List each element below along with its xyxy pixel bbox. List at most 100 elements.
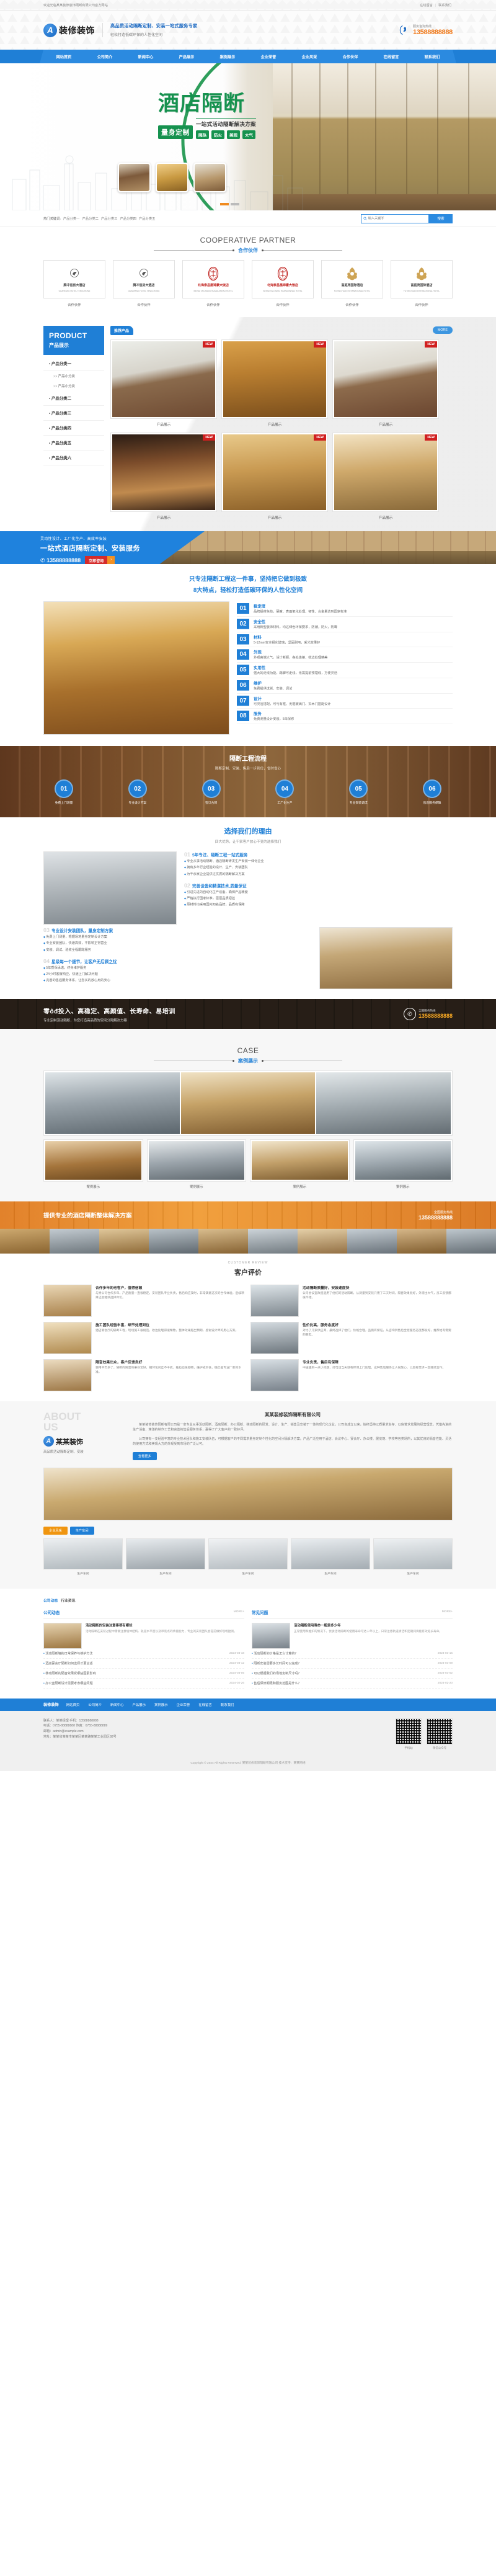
footer-nav-item-2[interactable]: 新闻中心 [110,1702,124,1707]
product-category-4[interactable]: 产品分类五 [43,436,104,451]
case-grid: 案例展示 案例展示 案例展示 案例展示 [43,1139,453,1192]
partner-cell-2[interactable]: 北海泰昌凰锦豪大饭店 BEIHAI TAICHANG HUANGJINHAO HO… [182,260,244,311]
about-thumb-0[interactable]: 生产车间 [43,1538,123,1577]
footer-nav-item-7[interactable]: 联系我们 [221,1702,234,1707]
testimonial-card-1[interactable]: 活动隔断质量好，安装速度快 公司会议室改造选用了他们的活动隔断，从测量到安装只用了… [250,1285,453,1317]
top-link-message[interactable]: 在线留言 [418,4,434,7]
product-category-3[interactable]: 产品分类四 [43,421,104,436]
about-thumb-4[interactable]: 生产车间 [373,1538,453,1577]
process-step-1[interactable]: 02 专业设计方案 [123,779,152,805]
about-more-button[interactable]: 查看更多 [133,1452,157,1460]
product-category-0[interactable]: 产品分类一 [43,356,104,371]
logo[interactable]: A 装修装饰 [43,23,95,37]
product-subcategory-0-1[interactable]: 产品小分类 [43,381,104,391]
product-card-5[interactable]: NEW 产品展示 [332,433,439,521]
process-step-3[interactable]: 04 工厂化生产 [270,779,299,805]
keyword-link-4[interactable]: 产品分类五 [139,217,156,221]
news-tab-0[interactable]: 公司动态 [43,1597,58,1603]
footer-nav-item-1[interactable]: 公司简介 [88,1702,102,1707]
about-thumb-1[interactable]: 生产车间 [126,1538,205,1577]
product-category-5[interactable]: 产品分类六 [43,451,104,465]
about-thumb-2[interactable]: 生产车间 [208,1538,288,1577]
top-link-contact[interactable]: 联系我们 [437,4,453,7]
testimonial-card-4[interactable]: 隔音效果出众，客户反馈良好 使用半年多了，隔断的隔音效果非常好，相邻包间互不干扰，… [43,1359,246,1391]
slider-dot[interactable] [220,203,229,205]
process-step-5[interactable]: 06 售后服务保障 [418,779,446,805]
news-list-item-1[interactable]: 隔断安装需要多长时间可以完成？ 2024-03-09 [252,1659,453,1669]
about-tab-0[interactable]: 企业风采 [43,1526,68,1535]
news-tab-1[interactable]: 行业资讯 [61,1597,75,1603]
testimonial-card-5[interactable]: 专业负责，售后有保障 中途遇到一点小问题，打电话当天就有师傅上门处理，这种售后服务… [250,1359,453,1391]
product-card-1[interactable]: NEW 产品展示 [221,339,328,428]
product-card-2[interactable]: NEW 产品展示 [332,339,439,428]
process-step-2[interactable]: 03 签订合同 [197,779,226,805]
about-thumb-3[interactable]: 生产车间 [291,1538,370,1577]
keyword-link-2[interactable]: 产品分类三 [101,217,118,221]
process-step-0[interactable]: 01 免费上门测量 [50,779,78,805]
search-button[interactable]: 搜索 [429,213,453,223]
cta1-consult-button[interactable]: 立即咨询 › [85,556,115,564]
case-card-2[interactable]: 案例展示 [250,1139,350,1192]
keyword-link-0[interactable]: 产品分类一 [63,217,80,221]
nav-item-5[interactable]: 企业荣誉 [248,54,289,60]
about-tab-1[interactable]: 生产车间 [69,1526,94,1535]
nav-item-0[interactable]: 网站首页 [43,54,84,60]
news-column-more[interactable]: MORE+ [442,1610,453,1613]
testimonial-title: 性价比高，服务态度好 [303,1324,339,1327]
partner-cell-0[interactable]: 腾冲官房大酒店 GUANFANG HOTEL TENGCHONG 合作伙伴 [43,260,105,311]
testimonial-card-0[interactable]: 合作多年的老客户，值得信赖 与贵公司合作多年，产品质量一直很稳定，安装团队专业负责… [43,1285,246,1317]
news-list-item-3[interactable]: 办公室隔断设计需要考虑哪些问题 2024-02-26 [43,1679,244,1689]
footer-nav-item-6[interactable]: 在线留言 [198,1702,212,1707]
footer-nav-item-0[interactable]: 网站首页 [66,1702,80,1707]
testimonial-card-3[interactable]: 性价比高，服务态度好 对比了几家供应商，最终选择了他们，价格合理，品质有保证，从咨… [250,1322,453,1354]
product-subcategory-0-0[interactable]: 产品小分类 [43,371,104,381]
news-column-more[interactable]: MORE+ [234,1610,244,1613]
partner-cell-5[interactable]: 富庭苑国际酒店 FUTINGYUAN INTERNATIONAL HOTEL 合作伙… [391,260,453,311]
testimonial-card-2[interactable]: 施工团队经验丰富，细节处理到位 酒店宴会厅的隔断工程，现场施工很规范，收边处理得很… [43,1322,246,1354]
product-category-2[interactable]: 产品分类三 [43,406,104,421]
tab-recommended-products[interactable]: 推荐产品 [110,326,134,335]
footer-nav-item-4[interactable]: 案例展示 [154,1702,168,1707]
news-list-item-2[interactable]: 可以根据我们的场地定制尺寸吗？ 2024-03-02 [252,1669,453,1679]
news-feature[interactable]: 活动隔断使用寿命一般是多少年 正常使用和维护的情况下，优质活动隔断的使用寿命可达十… [252,1622,453,1649]
product-category-1[interactable]: 产品分类二 [43,391,104,406]
keyword-link-3[interactable]: 产品分类四 [120,217,136,221]
partner-name: 北海泰昌凰锦豪大饭店 [197,284,229,287]
partner-cell-4[interactable]: 富庭苑国际酒店 FUTINGYUAN INTERNATIONAL HOTEL 合作伙… [321,260,383,311]
news-list-item-1[interactable]: 酒店宴会厅隔断如何选择才更合适 2024-03-12 [43,1659,244,1669]
partner-cell-3[interactable]: 北海泰昌凰锦豪大饭店 BEIHAI TAICHANG HUANGJINHAO HO… [252,260,314,311]
news-list-item-0[interactable]: 活动隔断的价格是怎么计算的？ 2024-03-16 [252,1649,453,1659]
footer-nav-item-3[interactable]: 产品展示 [132,1702,146,1707]
search-input-wrap[interactable] [361,213,429,223]
nav-item-2[interactable]: 新闻中心 [125,54,166,60]
search-input[interactable] [368,217,427,220]
case-featured-image[interactable] [43,1070,453,1136]
case-card-3[interactable]: 案例展示 [353,1139,453,1192]
keyword-link-1[interactable]: 产品分类二 [82,217,99,221]
case-card-0[interactable]: 案例展示 [43,1139,143,1192]
product-card-3[interactable]: NEW 产品展示 [110,433,217,521]
case-card-1[interactable]: 案例展示 [146,1139,246,1192]
footer-nav-item-5[interactable]: 企业荣誉 [177,1702,190,1707]
nav-item-9[interactable]: 联系我们 [412,54,453,60]
product-card-0[interactable]: NEW 产品展示 [110,339,217,428]
partner-cell-1[interactable]: 腾冲官房大酒店 GUANFANG HOTEL TENGCHONG 合作伙伴 [113,260,175,311]
process-step-4[interactable]: 05 专业安装调试 [344,779,373,805]
hero-slider-dots[interactable] [220,203,239,205]
nav-item-6[interactable]: 企业风采 [289,54,330,60]
news-feature[interactable]: 活动隔断的安装注意事项有哪些 活动隔断在安装过程中需要注意墙体结构、轨道水平度以及… [43,1622,244,1649]
news-list-item-0[interactable]: 活动隔断墙的日常保养与维护方法 2024-03-18 [43,1649,244,1659]
nav-item-8[interactable]: 在线留言 [371,54,412,60]
reasons-photo-1 [43,851,177,925]
news-list-item-3[interactable]: 售后保修期限和服务范围是什么？ 2024-02-20 [252,1679,453,1689]
slider-dot[interactable] [231,203,239,205]
news-list-item-2[interactable]: 移动隔断的隔音效果受哪些因素影响 2024-03-05 [43,1669,244,1679]
nav-item-3[interactable]: 产品展示 [166,54,207,60]
nav-item-4[interactable]: 案例展示 [207,54,248,60]
main-nav: 网站首页 公司简介 新闻中心 产品展示 案例展示 企业荣誉 企业风采 合作伙伴 在线留言 联系我们 [0,50,496,63]
product-more-button[interactable]: MORE [432,326,453,334]
feature-desc: 可灵活搭配，可与有框、无框玻璃门、实木门搭配设计 [254,702,331,706]
nav-item-1[interactable]: 公司简介 [84,54,125,60]
nav-item-7[interactable]: 合作伙伴 [330,54,371,60]
product-card-4[interactable]: NEW 产品展示 [221,433,328,521]
